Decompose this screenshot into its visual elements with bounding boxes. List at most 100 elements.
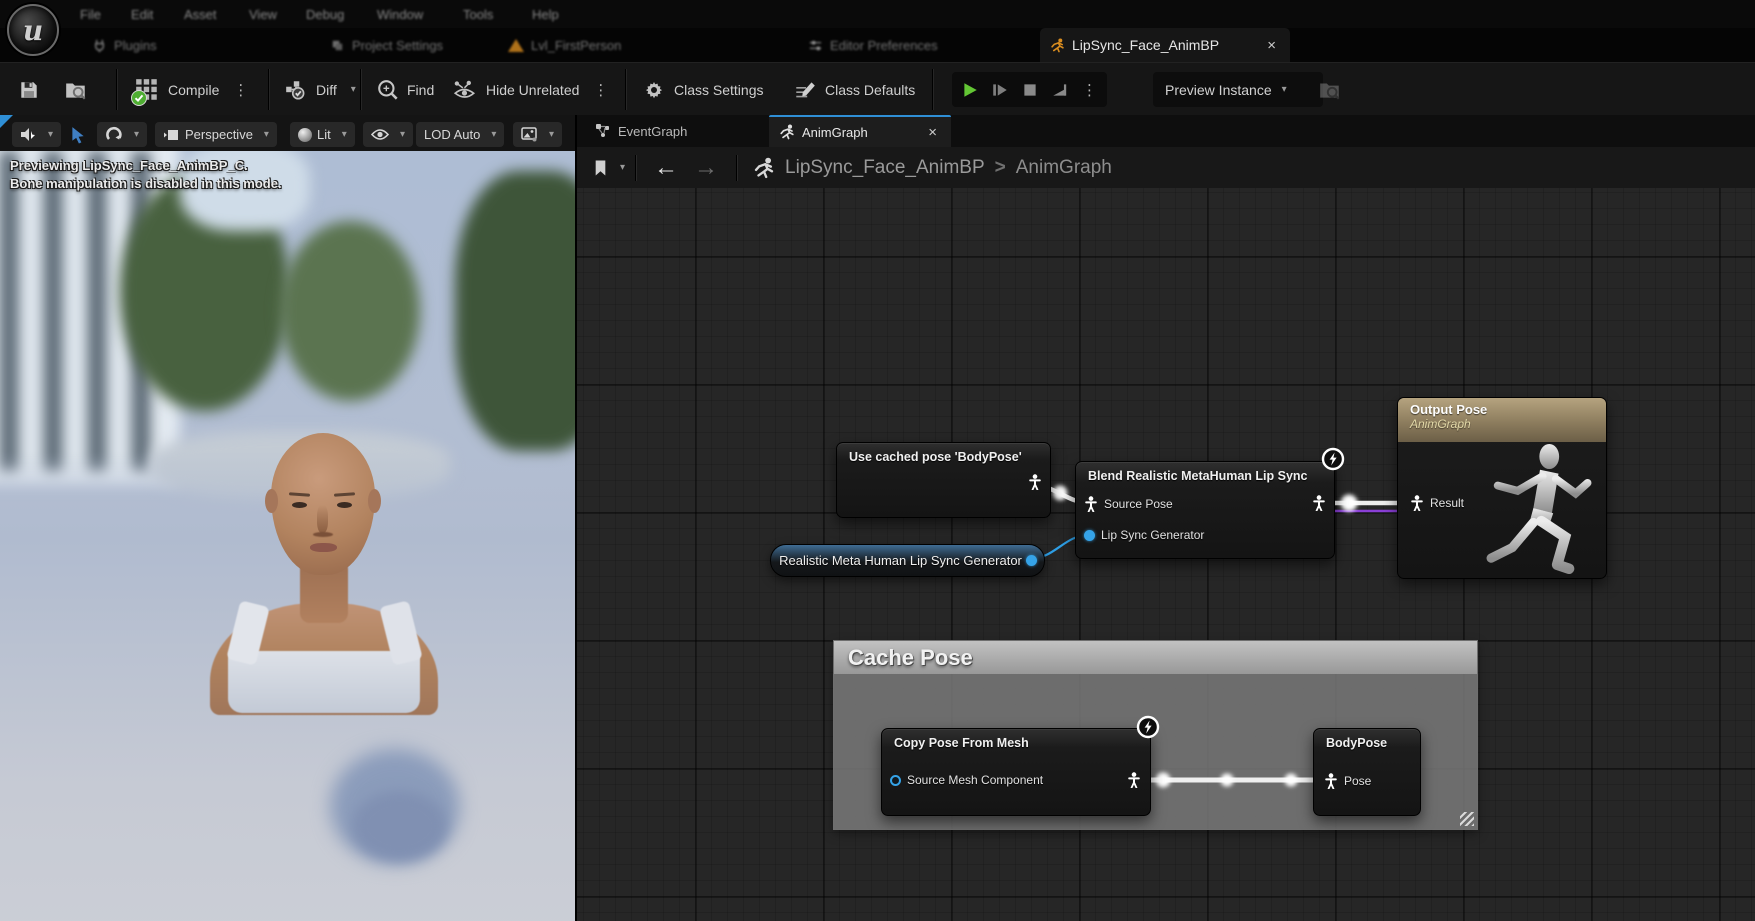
nose [317,505,328,533]
lit-sphere-icon [298,128,312,142]
fast-path-bolt-icon [1321,447,1345,471]
source-pose-pin[interactable]: Source Pose [1084,496,1173,512]
preview-instance-dropdown[interactable]: Preview Instance ▾ [1153,72,1323,107]
node-copy-pose-from-mesh[interactable]: Copy Pose From Mesh Source Mesh Componen… [881,728,1151,816]
save-icon [18,79,40,101]
menu-window[interactable]: Window [377,0,423,28]
menu-view[interactable]: View [249,0,277,28]
select-tool-button[interactable] [62,122,94,147]
menu-help[interactable]: Help [532,0,559,28]
breadcrumb-root[interactable]: LipSync_Face_AnimBP [785,157,985,179]
lod-dropdown[interactable]: LOD Auto ▾ [416,122,504,147]
tab-project-settings[interactable]: Project Settings [330,28,443,62]
node-body-pose-cache[interactable]: BodyPose Pose [1313,728,1421,816]
class-defaults-button[interactable]: Class Defaults [793,63,915,116]
lit-mode-dropdown[interactable]: Lit ▾ [290,122,355,147]
comment-header[interactable]: Cache Pose [834,641,1477,674]
breadcrumb-current[interactable]: AnimGraph [1016,157,1112,179]
rotate-tool-button[interactable]: ▾ [97,122,147,147]
edit-defaults-icon [793,79,817,101]
show-menu-button[interactable]: ▾ [363,122,413,147]
character-shadow [352,791,447,861]
viewport-3d-scene[interactable]: Previewing LipSync_Face_AnimBP_C. Bone m… [0,151,575,921]
editor-tab-row: Plugins Project Settings Lvl_FirstPerson… [0,28,1755,62]
folder-search-icon [1318,79,1342,101]
node-output-pose[interactable]: Output Pose AnimGraph [1397,397,1607,579]
blend-output-pin[interactable] [1312,495,1326,511]
simulation-options-kebab[interactable]: ⋮ [1076,81,1103,99]
breadcrumb-runner-icon [753,157,775,179]
perspective-dropdown[interactable]: Perspective ▾ [155,122,277,147]
compile-button[interactable]: Compile ⋮ [134,63,254,116]
menu-edit[interactable]: Edit [131,0,153,28]
hide-unrelated-button[interactable]: Hide Unrelated ⋮ [452,63,614,116]
browse-to-asset-button[interactable] [64,63,88,116]
menu-file[interactable]: File [80,0,101,28]
node-blend-metahuman-lipsync[interactable]: Blend Realistic MetaHuman Lip Sync Sourc… [1075,461,1335,559]
unreal-editor-window: u File Edit Asset View Debug Window Tool… [0,0,1755,921]
tab-level-firstperson[interactable]: Lvl_FirstPerson [508,28,621,62]
toolbar-separator [360,69,361,110]
menu-debug[interactable]: Debug [306,0,344,28]
animgraph-canvas[interactable]: Cache Pose [577,188,1755,921]
node-lipsync-generator-variable[interactable]: Realistic Meta Human Lip Sync Generator [770,544,1045,577]
compile-options-kebab[interactable]: ⋮ [227,81,254,99]
save-button[interactable] [18,63,40,116]
chevron-down-icon: ▾ [400,129,405,140]
class-settings-button[interactable]: Class Settings [642,63,763,116]
graph-tab-row: EventGraph AnimGraph × [577,115,1755,147]
chevron-down-icon: ▾ [1282,84,1287,95]
hide-unrelated-kebab[interactable]: ⋮ [587,81,614,99]
play-button[interactable] [956,76,984,104]
advance-button[interactable] [1046,76,1074,104]
toolbar-separator [116,69,117,110]
close-icon[interactable]: × [924,124,941,141]
pose-input-pin[interactable]: Pose [1324,773,1371,789]
chevron-down-icon: ▾ [342,129,347,140]
folder-search-icon [64,79,88,101]
stop-button[interactable] [1016,76,1044,104]
close-icon[interactable]: × [1263,37,1280,54]
ear-left [265,489,278,513]
menu-tools[interactable]: Tools [463,0,493,28]
screenshot-button[interactable]: ▾ [513,122,562,147]
viewport-options-button[interactable]: ▾ [12,122,61,147]
node-use-cached-pose[interactable]: Use cached pose 'BodyPose' [836,442,1051,518]
diff-button[interactable]: Diff ▾ [284,63,356,116]
animbp-runner-icon [1050,38,1065,53]
result-pin[interactable]: Result [1410,495,1464,511]
cursor-icon [70,126,86,144]
output-pose-header: Output Pose AnimGraph [1398,398,1606,442]
separator [635,155,636,181]
browse-debug-target-button[interactable] [1318,63,1342,116]
unreal-logo[interactable]: u [7,4,59,56]
tab-plugins[interactable]: Plugins [92,28,157,62]
eyebrow-left [289,492,310,496]
pose-pin-icon [1324,773,1338,789]
eventgraph-icon [595,123,611,139]
pose-pin-icon [1084,496,1098,512]
eye-left [292,502,307,508]
nav-forward-button[interactable]: → [694,156,718,180]
graph-breadcrumb-bar: ▾ ← → LipSync_Face_AnimBP > AnimGraph [577,147,1755,188]
comment-resize-handle[interactable] [1460,812,1474,826]
lipsync-generator-pin[interactable]: Lip Sync Generator [1084,528,1204,542]
output-pose-pin[interactable] [1028,474,1042,490]
menu-asset[interactable]: Asset [184,0,217,28]
viewport-overlay-line2: Bone manipulation is disabled in this mo… [10,176,282,191]
tab-animgraph[interactable]: AnimGraph × [769,115,951,147]
find-button[interactable]: Find [376,63,434,116]
tab-lipsync-face-animbp[interactable]: LipSync_Face_AnimBP × [1040,28,1290,62]
chevron-down-icon: ▾ [48,129,53,140]
source-mesh-component-pin[interactable]: Source Mesh Component [890,773,1043,787]
main-area: ▾ ▾ Perspective ▾ Lit ▾ [0,115,1755,921]
nav-back-button[interactable]: ← [654,156,678,180]
tab-editor-preferences[interactable]: Editor Preferences [808,28,938,62]
bookmarks-button[interactable]: ▾ [593,159,625,177]
tab-eventgraph[interactable]: EventGraph [585,115,697,147]
nostrils [313,532,333,537]
step-forward-button[interactable] [986,76,1014,104]
variable-output-pin[interactable] [1026,555,1037,566]
copy-pose-output-pin[interactable] [1127,772,1141,788]
menu-bar: u File Edit Asset View Debug Window Tool… [0,0,1755,28]
